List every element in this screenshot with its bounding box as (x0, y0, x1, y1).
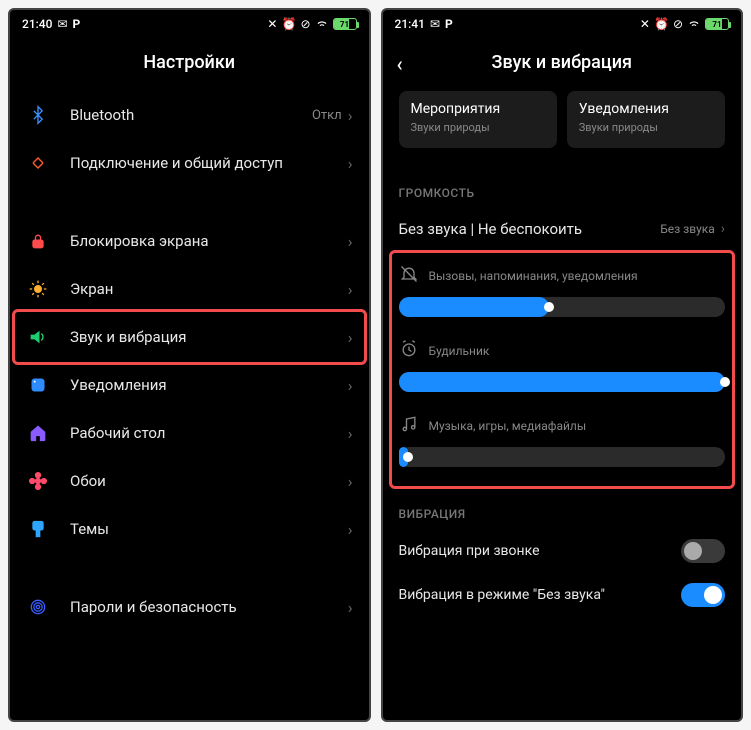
toggle-row-ring[interactable]: Вибрация при звонке (383, 529, 742, 573)
bell-icon (399, 264, 419, 287)
page-title: Настройки (10, 38, 369, 91)
page-title: ‹ Звук и вибрация (383, 38, 742, 91)
chevron-right-icon: › (348, 232, 353, 251)
silent-label: Без звука | Не беспокоить (399, 220, 661, 238)
brush-icon (26, 519, 50, 539)
card-sub: Звуки природы (579, 121, 713, 134)
notif-icon (26, 375, 50, 395)
toggle-switch[interactable] (681, 539, 725, 563)
volume-label: Музыка, игры, медиафайлы (429, 419, 587, 433)
bluetooth-icon (26, 105, 50, 125)
silent-value: Без звука (660, 222, 715, 236)
settings-row-share[interactable]: Подключение и общий доступ› (10, 139, 369, 187)
settings-row-home[interactable]: Рабочий стол› (10, 409, 369, 457)
toggle-row-silent[interactable]: Вибрация в режиме "Без звука" (383, 573, 742, 617)
chevron-right-icon: › (348, 598, 353, 617)
mail-icon: ✉ (57, 17, 67, 31)
share-icon (26, 153, 50, 173)
chevron-right-icon: › (348, 280, 353, 299)
battery-icon: 71 (333, 18, 357, 30)
row-label: Звук и вибрация (70, 328, 348, 346)
statusbar: 21:41 ✉ P ✕ ⏰ ⊘ 71 (383, 10, 742, 38)
nosim-icon: ⊘ (300, 17, 310, 31)
chevron-right-icon: › (348, 520, 353, 539)
settings-row-notif[interactable]: Уведомления› (10, 361, 369, 409)
card-events[interactable]: Мероприятия Звуки природы (399, 91, 557, 148)
phone-left: 21:40 ✉ P ✕ ⏰ ⊘ 71 Настройки BluetoothОт… (8, 8, 371, 722)
settings-list: BluetoothОткл›Подключение и общий доступ… (10, 91, 369, 720)
lock-icon (26, 231, 50, 251)
section-vibration: ВИБРАЦИЯ (383, 489, 742, 529)
settings-row-finger[interactable]: Пароли и безопасность› (10, 583, 369, 631)
section-volume: ГРОМКОСТЬ (383, 168, 742, 208)
volume-row-music: Музыка, игры, медиафайлы (383, 406, 742, 481)
card-notifications[interactable]: Уведомления Звуки природы (567, 91, 725, 148)
chevron-right-icon: › (721, 221, 725, 237)
p-icon: P (73, 17, 81, 31)
nosim-icon: ⊘ (673, 17, 683, 31)
row-value: Откл (312, 108, 342, 123)
volume-row-bell: Вызовы, напоминания, уведомления (383, 256, 742, 331)
status-time: 21:40 (22, 17, 52, 31)
alarm-icon: ⏰ (281, 17, 296, 31)
alarm-icon: ⏰ (654, 17, 669, 31)
row-label: Обои (70, 472, 348, 490)
sound-cards: Мероприятия Звуки природы Уведомления Зв… (383, 91, 742, 168)
sound-icon (26, 327, 50, 347)
vibrate-icon: ✕ (267, 17, 277, 31)
volume-label: Вызовы, напоминания, уведомления (429, 269, 638, 283)
row-label: Рабочий стол (70, 424, 348, 442)
row-label: Подключение и общий доступ (70, 154, 348, 172)
p-icon: P (445, 17, 453, 31)
row-label: Экран (70, 280, 348, 298)
music-icon (399, 414, 419, 437)
volume-slider[interactable] (399, 372, 726, 392)
sliders-group: Вызовы, напоминания, уведомления Будильни… (383, 250, 742, 489)
settings-row-lock[interactable]: Блокировка экрана› (10, 217, 369, 265)
status-time: 21:41 (395, 17, 425, 31)
settings-row-brush[interactable]: Темы› (10, 505, 369, 553)
volume-label: Будильник (429, 344, 490, 358)
home-icon (26, 423, 50, 443)
wifi-icon (315, 16, 329, 33)
volume-slider[interactable] (399, 447, 726, 467)
chevron-right-icon: › (348, 154, 353, 173)
chevron-right-icon: › (348, 424, 353, 443)
back-button[interactable]: ‹ (397, 52, 403, 76)
row-label: Темы (70, 520, 348, 538)
settings-row-sun[interactable]: Экран› (10, 265, 369, 313)
toggle-label: Вибрация в режиме "Без звука" (399, 587, 682, 603)
row-label: Пароли и безопасность (70, 598, 348, 616)
mail-icon: ✉ (430, 17, 440, 31)
finger-icon (26, 597, 50, 617)
vibrate-icon: ✕ (640, 17, 650, 31)
flower-icon (26, 471, 50, 491)
chevron-right-icon: › (348, 328, 353, 347)
settings-row-bluetooth[interactable]: BluetoothОткл › (10, 91, 369, 139)
toggle-switch[interactable] (681, 583, 725, 607)
sun-icon (26, 279, 50, 299)
battery-icon: 71 (705, 18, 729, 30)
chevron-right-icon: › (348, 376, 353, 395)
volume-row-alarm: Будильник (383, 331, 742, 406)
row-label: Блокировка экрана (70, 232, 348, 250)
toggle-label: Вибрация при звонке (399, 543, 682, 559)
row-label: Bluetooth (70, 106, 312, 124)
silent-row[interactable]: Без звука | Не беспокоить Без звука › (383, 208, 742, 250)
card-title: Уведомления (579, 101, 713, 117)
volume-slider[interactable] (399, 297, 726, 317)
alarm-icon (399, 339, 419, 362)
card-title: Мероприятия (411, 101, 545, 117)
wifi-icon (687, 16, 701, 33)
card-sub: Звуки природы (411, 121, 545, 134)
chevron-right-icon: › (348, 472, 353, 491)
row-label: Уведомления (70, 376, 348, 394)
statusbar: 21:40 ✉ P ✕ ⏰ ⊘ 71 (10, 10, 369, 38)
settings-row-flower[interactable]: Обои› (10, 457, 369, 505)
chevron-right-icon: › (348, 106, 353, 125)
phone-right: 21:41 ✉ P ✕ ⏰ ⊘ 71 ‹ Звук и вибрация Мер… (381, 8, 744, 722)
settings-row-sound[interactable]: Звук и вибрация› (10, 313, 369, 361)
